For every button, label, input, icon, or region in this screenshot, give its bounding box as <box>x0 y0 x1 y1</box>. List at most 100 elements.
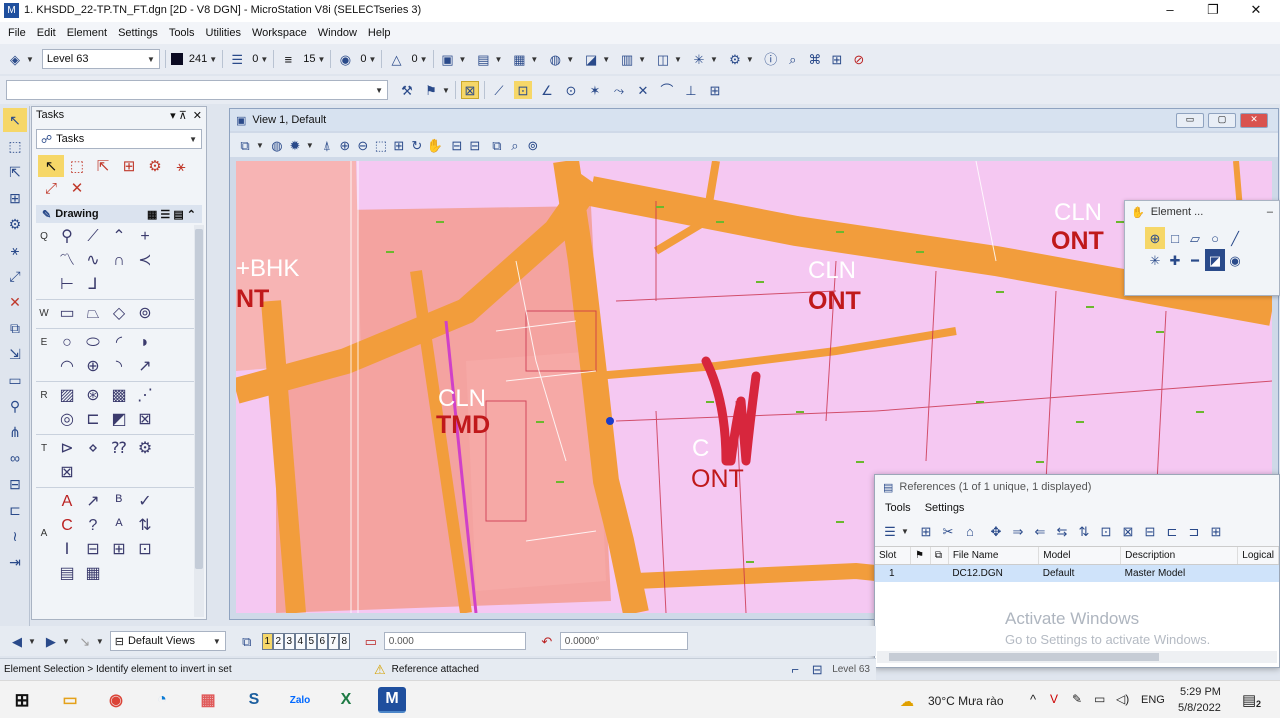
references-menu-tools[interactable]: Tools <box>885 502 911 514</box>
clip-front-icon[interactable]: ⊏ <box>1163 523 1181 541</box>
modify-task-icon[interactable]: ⊞ <box>116 155 142 177</box>
delete-icon[interactable]: ✕ <box>3 290 27 314</box>
change-text-icon[interactable]: ᴬ <box>106 514 132 538</box>
precision-icon[interactable]: ⚑ <box>422 81 440 99</box>
replace-cell-icon[interactable]: ⚙ <box>132 437 158 461</box>
locks-icon[interactable]: ⊟ <box>808 661 826 679</box>
pattern-icon[interactable]: ▩ <box>106 384 132 408</box>
place-cell-icon[interactable]: ⊳ <box>54 437 80 461</box>
show-pattern-icon[interactable]: ◎ <box>54 408 80 432</box>
place-line-icon[interactable]: ⟋ <box>80 225 106 249</box>
snap-tangent-icon[interactable]: ⌒ <box>658 81 676 99</box>
point-curve-icon[interactable]: ⊢ <box>54 273 80 297</box>
polygon-icon[interactable]: ⊚ <box>132 302 158 326</box>
lock-icon[interactable]: ⌐ <box>786 661 804 679</box>
display-style-icon[interactable]: ◪ <box>582 50 600 68</box>
circle-icon[interactable]: ○ <box>54 331 80 355</box>
attach-reference-icon[interactable]: ⊞ <box>917 523 935 541</box>
arc-spline-icon[interactable]: ≺ <box>132 249 158 273</box>
menu-edit[interactable]: Edit <box>37 27 56 39</box>
priority-icon[interactable]: △ <box>387 50 405 68</box>
copy-text-icon[interactable]: C <box>54 514 80 538</box>
menu-window[interactable]: Window <box>318 27 357 39</box>
pan-view-icon[interactable]: ✋ <box>426 136 444 154</box>
edit-pattern-icon[interactable]: ◩ <box>106 408 132 432</box>
col-logical[interactable]: Logical <box>1237 547 1279 565</box>
view-button-4[interactable]: 4 <box>294 632 306 650</box>
col-file-name[interactable]: File Name <box>948 547 1040 565</box>
half-ellipse-icon[interactable]: ◗ <box>132 331 158 355</box>
col-slot[interactable]: Slot <box>875 547 912 565</box>
arc-angle-icon[interactable]: ◝ <box>106 355 132 379</box>
windows-start-icon[interactable]: ⊞ <box>8 687 36 713</box>
update-view-icon[interactable]: ⍋ <box>318 136 336 154</box>
rotate-reference-icon[interactable]: ⇐ <box>1031 523 1049 541</box>
tasks-dropdown[interactable]: ☍ Tasks ▼ <box>36 129 202 149</box>
multiline-icon[interactable]: ⌃ <box>106 225 132 249</box>
individual-select-icon[interactable]: ⊕ <box>1145 227 1165 249</box>
snap-icon[interactable]: ✳ <box>690 50 708 68</box>
quarter-arc-icon[interactable]: ◠ <box>54 355 80 379</box>
fence-icon[interactable]: ▣ <box>439 50 457 68</box>
clip-boundary-icon[interactable]: ⊡ <box>1097 523 1115 541</box>
col-description[interactable]: Description <box>1120 547 1239 565</box>
change-attributes-icon[interactable]: ⚹ <box>3 238 27 262</box>
line-select-icon[interactable]: ╱ <box>1225 227 1245 249</box>
disable-icon[interactable]: ⊘ <box>850 50 868 68</box>
line-style-icon[interactable]: ☰ <box>228 50 246 68</box>
copy-view-icon[interactable]: ⧉ <box>488 136 506 154</box>
reload-reference-icon[interactable]: ⌂ <box>961 523 979 541</box>
tools-icon[interactable]: ⚙ <box>726 50 744 68</box>
edge-icon[interactable]: ◔ <box>148 687 176 713</box>
menu-file[interactable]: File <box>8 27 26 39</box>
spell-check-icon[interactable]: ✓ <box>132 490 158 514</box>
detach-reference-icon[interactable]: ✂ <box>939 523 957 541</box>
rectangle-icon[interactable]: ▭ <box>54 302 80 326</box>
manipulate-task-icon[interactable]: ⇱ <box>90 155 116 177</box>
col-presentation[interactable]: ⧉ <box>930 547 949 565</box>
view-search-icon[interactable]: ⌕ <box>506 136 524 154</box>
line-weight-icon[interactable]: ≡ <box>279 50 297 68</box>
key-in-combo[interactable]: ▼ <box>6 80 388 100</box>
col-model[interactable]: Model <box>1038 547 1122 565</box>
match-text-icon[interactable]: ⊞ <box>106 538 132 562</box>
attributes-task-icon[interactable]: ⚹ <box>168 155 194 177</box>
add-select-icon[interactable]: ✚ <box>1165 249 1185 271</box>
view-maximize-button[interactable]: ▢ <box>1208 113 1236 128</box>
file-icon[interactable]: ▤ <box>474 50 492 68</box>
circle-select-icon[interactable]: ○ <box>1205 227 1225 249</box>
clock-time[interactable]: 5:29 PM <box>1180 686 1221 698</box>
place-stream-icon[interactable]: 〽 <box>54 249 80 273</box>
references-menu-settings[interactable]: Settings <box>925 502 965 514</box>
menu-settings[interactable]: Settings <box>118 27 158 39</box>
transparency-icon[interactable]: ◉ <box>336 50 354 68</box>
shape-select-icon[interactable]: ▱ <box>1185 227 1205 249</box>
view-button-5[interactable]: 5 <box>305 632 317 650</box>
element-panel-minimize[interactable]: – <box>1267 206 1273 218</box>
snap-mode-icon[interactable]: ⊠ <box>460 81 479 99</box>
manipulate-icon[interactable]: ⇱ <box>3 160 27 184</box>
view-minimize-button[interactable]: ▭ <box>1176 113 1204 128</box>
ellipse-icon[interactable]: ⬭ <box>80 331 106 355</box>
grid-icon[interactable]: ⊞ <box>828 50 846 68</box>
edit-text-icon[interactable]: ? <box>80 514 106 538</box>
place-text-icon[interactable]: A <box>54 490 80 514</box>
layers-icon[interactable]: ◫ <box>654 50 672 68</box>
clip-delete-icon[interactable]: ⊟ <box>1141 523 1159 541</box>
delete-pattern-icon[interactable]: ⊠ <box>132 408 158 432</box>
menu-workspace[interactable]: Workspace <box>252 27 307 39</box>
place-point-icon[interactable]: + <box>132 225 158 249</box>
weather-text[interactable]: 30°C Mưa rào <box>928 694 1004 708</box>
groups-icon[interactable]: ⚙ <box>3 212 27 236</box>
copy-icon[interactable]: ⧉ <box>3 316 27 340</box>
cell-selector-icon[interactable]: ⋄ <box>80 437 106 461</box>
view-next-icon[interactable]: ⊟ <box>466 136 484 154</box>
battery-icon[interactable]: ▭ <box>1094 692 1105 706</box>
arc-icon[interactable]: ◜ <box>106 331 132 355</box>
scale-reference-icon[interactable]: ⇒ <box>1009 523 1027 541</box>
view-button-8[interactable]: 8 <box>338 632 350 650</box>
clip-mask-icon[interactable]: ⊠ <box>1119 523 1137 541</box>
view-button-7[interactable]: 7 <box>327 632 339 650</box>
block-select-icon[interactable]: □ <box>1165 227 1185 249</box>
dimension-icon[interactable]: ⊏ <box>3 498 27 522</box>
